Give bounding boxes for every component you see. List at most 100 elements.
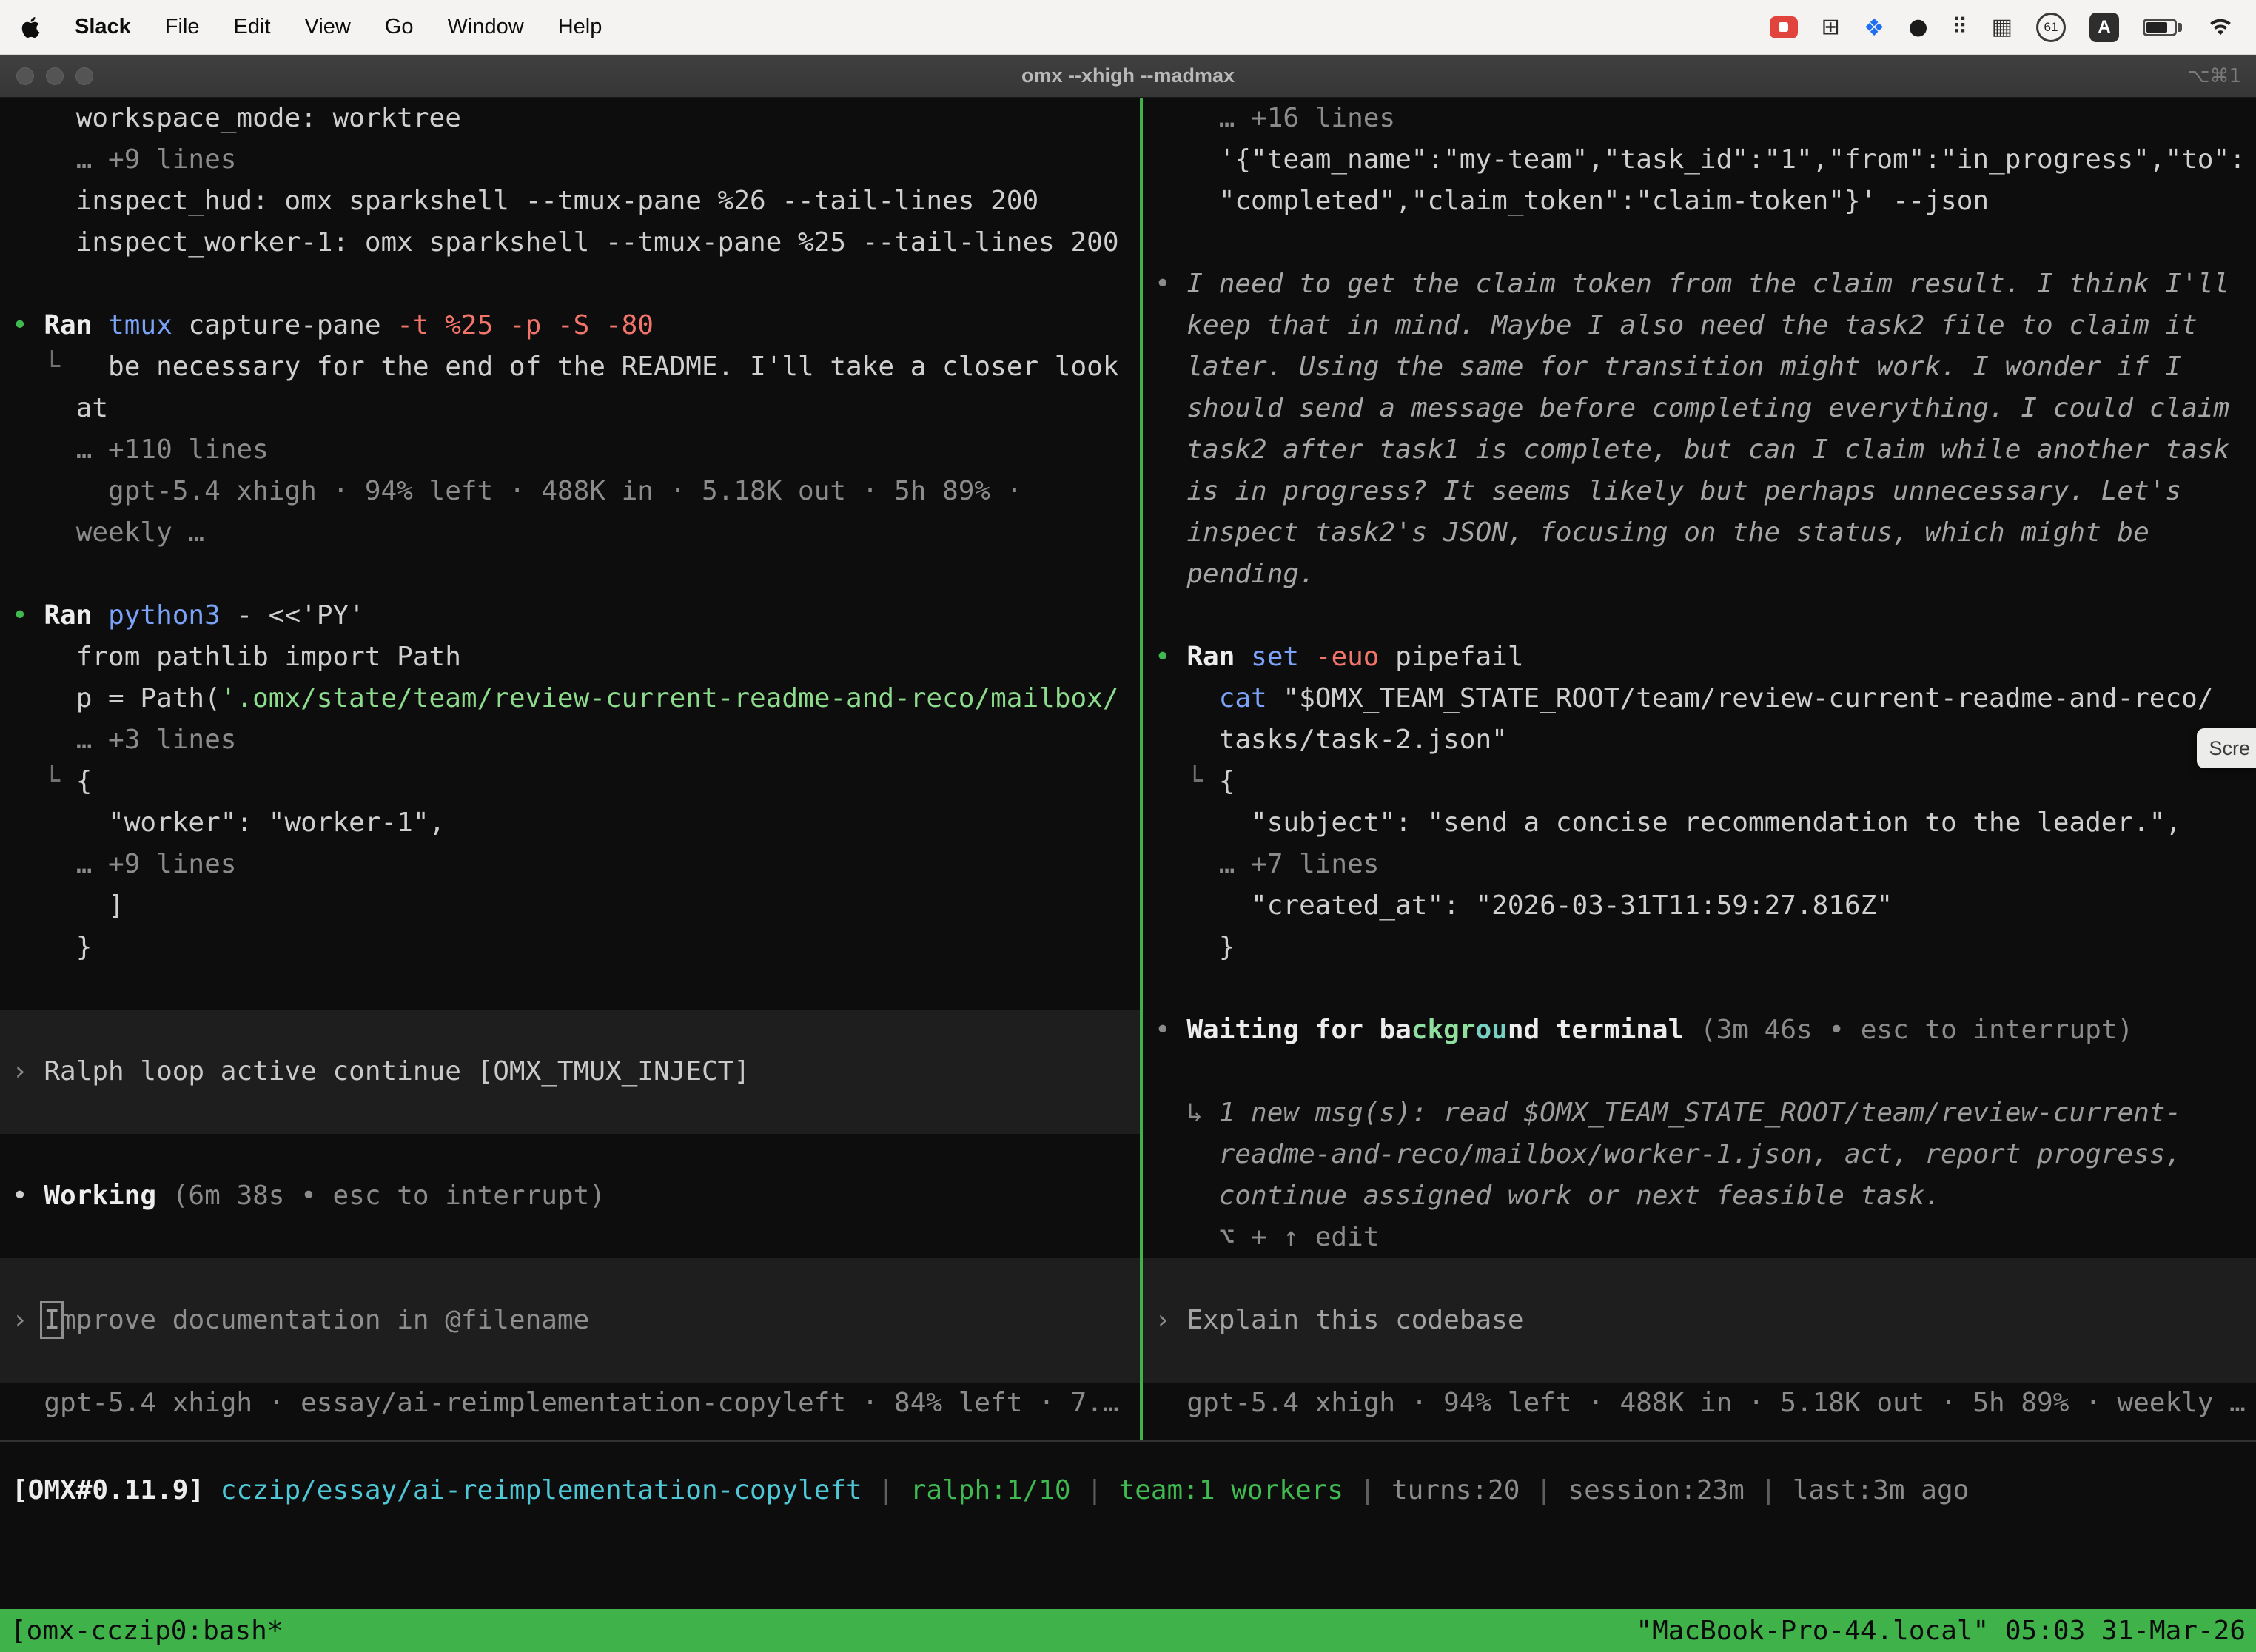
minimize-button[interactable] [46,67,64,85]
terminal-line [1143,595,2256,637]
terminal-line: ] [0,885,1140,927]
text-segment: (6m 38s • esc to interrupt) [156,1181,605,1211]
window-title: omx --xhigh --madmax [1021,64,1235,87]
wifi-icon[interactable] [2206,16,2235,39]
text-segment: set [1251,642,1299,672]
text-segment: | [1343,1475,1391,1505]
dark-app-icon[interactable]: ● [1908,14,1927,40]
menu-item-go[interactable]: Go [385,15,414,39]
terminal-line [0,554,1140,595]
omx-hud: [OMX#0.11.9] cczip/essay/ai-reimplementa… [0,1442,2256,1609]
screen-tooltip: Scre [2197,728,2256,768]
text-segment: tmux [108,310,172,340]
text-segment: ⌥ + ↑ edit [1155,1222,1379,1252]
input-source-icon[interactable]: A [2089,13,2119,42]
terminal-line: "subject": "send a concise recommendatio… [1143,802,2256,844]
terminal-line: └ { [0,761,1140,802]
text-segment: Ran [1186,642,1251,672]
menu-item-file[interactable]: File [165,15,200,39]
apple-menu[interactable] [21,16,41,39]
text-segment: Ran [44,310,108,340]
text-segment: | [862,1475,910,1505]
window-shortcut-hint: ⌥⌘1 [2187,65,2241,87]
window-titlebar[interactable]: omx --xhigh --madmax ⌥⌘1 [0,55,2256,98]
text-segment: } [1155,932,1235,962]
traffic-lights [0,67,93,85]
text-segment: I [44,1305,60,1335]
text-segment: • [12,1181,44,1211]
menu-item-slack[interactable]: Slack [75,15,131,39]
grid-icon[interactable]: ⊞ [1822,14,1840,40]
text-segment: … +9 lines [12,849,236,879]
text-segment: team:1 workers [1119,1475,1343,1505]
text-segment: Ran [44,600,108,631]
text-segment: is in progress? It seems likely but perh… [1155,476,2181,506]
text-segment: ralph:1/10 [910,1475,1071,1505]
menu-item-edit[interactable]: Edit [234,15,271,39]
input-band-line [0,1258,1140,1300]
menu-item-window[interactable]: Window [448,15,524,39]
terminal-line: • Ran python3 - <<'PY' [0,595,1140,637]
screen-recording-icon[interactable] [1770,16,1798,38]
terminal-line: should send a message before completing … [1143,388,2256,429]
text-segment: • [1155,269,1186,299]
text-segment: cat [1219,683,1267,713]
tmux-pane-right[interactable]: … +16 lines '{"team_name":"my-team","tas… [1143,98,2256,1440]
text-segment: • [1155,642,1186,672]
menu-item-view[interactable]: View [305,15,351,39]
zoom-button[interactable] [75,67,93,85]
text-segment: … +110 lines [12,434,269,465]
terminal-line: └ { [1143,761,2256,802]
app-swirl-icon[interactable]: ❖ [1864,13,1885,41]
text-segment: gpt-5.4 xhigh · 94% left · 488K in · 5.1… [12,476,1022,506]
terminal-line: pending. [1143,554,2256,595]
text-segment: "created_at": "2026-03-31T11:59:27.816Z" [1155,890,1893,921]
terminal-line: gpt-5.4 xhigh · essay/ai-reimplementatio… [0,1383,1140,1424]
input-band-line [0,1092,1140,1134]
text-segment: should send a message before completing … [1155,393,2229,423]
terminal-line: workspace_mode: worktree [0,98,1140,139]
terminal-window: omx --xhigh --madmax ⌥⌘1 workspace_mode:… [0,55,2256,1652]
text-segment: ou [1476,1015,1508,1045]
text-segment: • [1155,1015,1186,1045]
text-segment: later. Using the same for transition mig… [1155,352,2181,382]
text-segment: › [1155,1305,1186,1335]
terminal-line: } [1143,927,2256,968]
terminal-line: later. Using the same for transition mig… [1143,346,2256,388]
keypad-icon[interactable]: ▦ [1992,14,2012,40]
text-segment: - <<'PY' [221,600,365,631]
menu-status-icons: ⊞ ❖ ● ⠿ ▦ 61 A [1770,13,2235,42]
battery-gauge-icon[interactable]: 61 [2036,13,2066,42]
terminal-line: continue assigned work or next feasible … [1143,1175,2256,1217]
text-segment: "$OMX_TEAM_STATE_ROOT/team/review-curren… [1267,683,2214,713]
text-segment: readme-and-reco/mailbox/worker-1.json, a… [1155,1139,2181,1169]
terminal-line: cat "$OMX_TEAM_STATE_ROOT/team/review-cu… [1143,678,2256,719]
terminal-line: keep that in mind. Maybe I also need the… [1143,305,2256,346]
text-segment: -t %25 -p -S -80 [397,310,654,340]
text-segment: gpt-5.4 xhigh · essay/ai-reimplementatio… [12,1388,1119,1418]
terminal-line: • Working (6m 38s • esc to interrupt) [0,1175,1140,1217]
tmux-host-time: "MacBook-Pro-44.local" 05:03 31-Mar-26 [1636,1616,2246,1646]
battery-icon[interactable] [2143,19,2182,36]
omx-status-line: [OMX#0.11.9] cczip/essay/ai-reimplementa… [12,1470,2256,1511]
text-segment: -euo [1299,642,1379,672]
tmux-pane-left[interactable]: workspace_mode: worktree … +9 lines insp… [0,98,1140,1440]
close-button[interactable] [16,67,34,85]
terminal-line: p = Path('.omx/state/team/review-current… [0,678,1140,719]
terminal-line: readme-and-reco/mailbox/worker-1.json, a… [1143,1134,2256,1175]
text-segment: task2 after task1 is complete, but can I… [1155,434,2229,465]
text-segment: continue assigned work or next feasible … [1155,1181,1941,1211]
text-segment: … +7 lines [1155,849,1379,879]
terminal-line: … +3 lines [0,719,1140,761]
dots-grid-icon[interactable]: ⠿ [1952,14,1968,40]
text-segment: last:3m ago [1793,1475,1969,1505]
terminal-line [1143,222,2256,263]
desktop: Slack File Edit View Go Window Help ⊞ ❖ ● ⠿ ▦ … [0,0,2256,1652]
menu-item-help[interactable]: Help [558,15,602,39]
text-segment: at [12,393,108,423]
text-segment: Explain this codebase [1186,1305,1523,1335]
text-segment: › [12,1305,44,1335]
terminal-line: … +7 lines [1143,844,2256,885]
text-segment: … +9 lines [12,144,236,175]
terminal-line: • Ran tmux capture-pane -t %25 -p -S -80 [0,305,1140,346]
